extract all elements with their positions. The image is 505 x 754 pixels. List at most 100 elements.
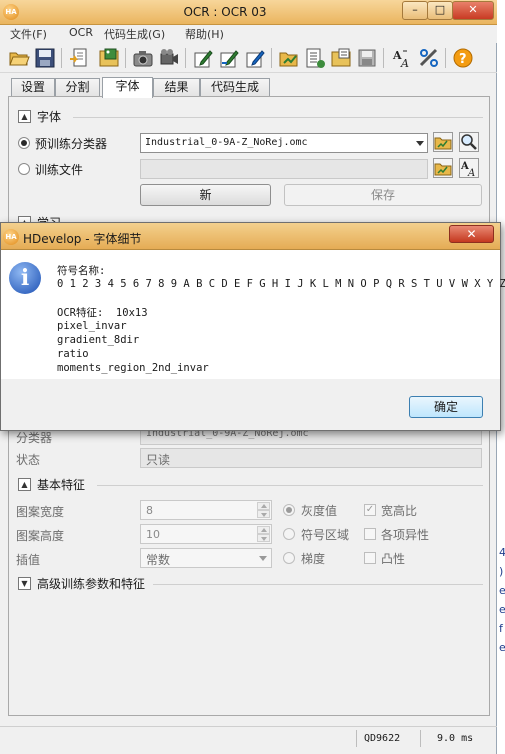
- label-gray-value: 灰度值: [301, 504, 338, 518]
- tab-code-generation[interactable]: 代码生成: [200, 78, 270, 97]
- spin-down-icon[interactable]: [257, 510, 270, 518]
- image-load-icon[interactable]: [98, 47, 120, 69]
- label-gradient: 梯度: [301, 552, 326, 566]
- pattern-height-value: 10: [146, 528, 160, 541]
- section-title-basic-features: 基本特征: [37, 478, 86, 492]
- grab-icon[interactable]: [158, 47, 180, 69]
- batch-icon[interactable]: [304, 47, 326, 69]
- close-button[interactable]: ✕: [452, 1, 494, 20]
- tab-results[interactable]: 结果: [153, 78, 200, 97]
- spin-down-icon[interactable]: [257, 534, 270, 542]
- chevron-down-icon: [259, 556, 267, 561]
- background-text-fragment: e: [499, 603, 505, 616]
- read-icon[interactable]: [278, 47, 300, 69]
- toolbar: AA ?: [0, 43, 497, 73]
- open-training-file-icon[interactable]: [433, 158, 453, 178]
- collapse-toggle-font[interactable]: ▲: [18, 110, 31, 123]
- interpolation-select[interactable]: 常数: [140, 548, 272, 568]
- label-convexity: 凸性: [381, 552, 406, 566]
- feature-item: pixel_invar: [57, 320, 127, 332]
- minimize-button[interactable]: –: [402, 1, 428, 20]
- collapse-toggle-basic-features[interactable]: ▲: [18, 478, 31, 491]
- spin-up-icon[interactable]: [257, 526, 270, 534]
- svg-text:A: A: [400, 57, 409, 69]
- font-icon[interactable]: AA: [391, 47, 413, 69]
- background-text-fragment: 4: [499, 546, 505, 559]
- pattern-height-stepper[interactable]: 10: [140, 524, 272, 544]
- camera-icon[interactable]: [132, 47, 154, 69]
- tab-segmentation[interactable]: 分割: [55, 78, 100, 97]
- dialog-close-button[interactable]: ✕: [449, 225, 494, 243]
- label-pretrained: 预训练分类器: [35, 137, 108, 151]
- ok-button[interactable]: 确定: [409, 396, 483, 418]
- font-editor-icon[interactable]: AA: [459, 158, 479, 178]
- background-text-fragment: e: [499, 584, 505, 597]
- feature-item: ratio: [57, 348, 89, 360]
- section-title-advanced: 高级训练参数和特征: [37, 577, 146, 591]
- train-icon[interactable]: [244, 47, 266, 69]
- pattern-width-value: 8: [146, 504, 153, 517]
- svg-text:A: A: [467, 168, 475, 177]
- title-bar: HA OCR : OCR 03 – □ ✕: [0, 0, 497, 25]
- label-pattern-width: 图案宽度: [16, 505, 65, 519]
- section-title-font: 字体: [37, 110, 62, 124]
- radio-gradient[interactable]: [283, 552, 295, 564]
- tab-settings[interactable]: 设置: [11, 78, 55, 97]
- status-time: 9.0 ms: [437, 733, 474, 744]
- spin-up-icon[interactable]: [257, 502, 270, 510]
- inspect-icon[interactable]: [459, 132, 479, 152]
- radio-symbol-region[interactable]: [283, 528, 295, 540]
- app-icon: HA: [3, 229, 19, 245]
- tab-font[interactable]: 字体: [102, 77, 153, 98]
- menu-help[interactable]: 帮助(H): [185, 26, 224, 42]
- status-field: 只读: [140, 448, 482, 468]
- ocr-features-line: OCR特征: 10x13: [57, 307, 148, 319]
- radio-pretrained[interactable]: [18, 137, 30, 149]
- save-button[interactable]: 保存: [284, 184, 482, 206]
- dialog-title-bar: HA HDevelop - 字体细节 ✕: [1, 223, 500, 250]
- info-icon: i: [9, 262, 41, 294]
- window-title: OCR : OCR 03: [183, 5, 267, 19]
- checkbox-anisotropy[interactable]: [364, 528, 376, 540]
- image-folder-icon[interactable]: [330, 47, 352, 69]
- label-classifier: 分类器: [16, 431, 53, 445]
- draw-icon[interactable]: [192, 47, 214, 69]
- feature-item: moments_region_2nd_invar: [57, 362, 209, 374]
- radio-gray-value[interactable]: [283, 504, 295, 516]
- pretrained-classifier-value: Industrial_0-9A-Z_NoRej.omc: [145, 137, 308, 148]
- status-code: QD9622: [364, 733, 401, 744]
- dialog-body: i 符号名称: 0 1 2 3 4 5 6 7 8 9 A B C D E F …: [1, 250, 505, 379]
- checkbox-aspect-ratio[interactable]: ✓: [364, 504, 376, 516]
- draw-edit-icon[interactable]: [218, 47, 240, 69]
- menu-codegen[interactable]: 代码生成(G): [104, 26, 165, 42]
- export-icon[interactable]: [68, 47, 90, 69]
- save-icon[interactable]: [34, 47, 56, 69]
- checkbox-convexity[interactable]: [364, 552, 376, 564]
- new-button[interactable]: 新: [140, 184, 271, 206]
- svg-text:?: ?: [459, 52, 467, 67]
- symbols-label: 符号名称:: [57, 265, 106, 277]
- expand-toggle-advanced[interactable]: ▼: [18, 577, 31, 590]
- symbols-list: 0 1 2 3 4 5 6 7 8 9 A B C D E F G H I J …: [57, 278, 505, 290]
- interpolation-value: 常数: [146, 553, 171, 567]
- help-icon[interactable]: ?: [452, 47, 474, 69]
- background-text-fragment: f: [499, 622, 503, 635]
- background-text-fragment: e: [499, 641, 505, 654]
- menu-file[interactable]: 文件(F): [10, 26, 47, 42]
- open-icon[interactable]: [8, 47, 30, 69]
- open-folder-icon[interactable]: [433, 132, 453, 152]
- label-pattern-height: 图案高度: [16, 529, 65, 543]
- disk-icon[interactable]: [356, 47, 378, 69]
- label-aspect-ratio: 宽高比: [381, 504, 418, 518]
- pretrained-classifier-combo[interactable]: Industrial_0-9A-Z_NoRej.omc: [140, 133, 428, 153]
- feature-item: gradient_8dir: [57, 334, 140, 346]
- menu-ocr[interactable]: OCR: [69, 26, 93, 39]
- maximize-button[interactable]: □: [427, 1, 453, 20]
- radio-training-file[interactable]: [18, 163, 30, 175]
- training-file-field[interactable]: [140, 159, 428, 179]
- label-symbol-region: 符号区域: [301, 528, 350, 542]
- pattern-width-stepper[interactable]: 8: [140, 500, 272, 520]
- status-bar: QD9622 9.0 ms: [0, 726, 497, 748]
- settings-icon[interactable]: [418, 47, 440, 69]
- label-interpolation: 插值: [16, 553, 41, 567]
